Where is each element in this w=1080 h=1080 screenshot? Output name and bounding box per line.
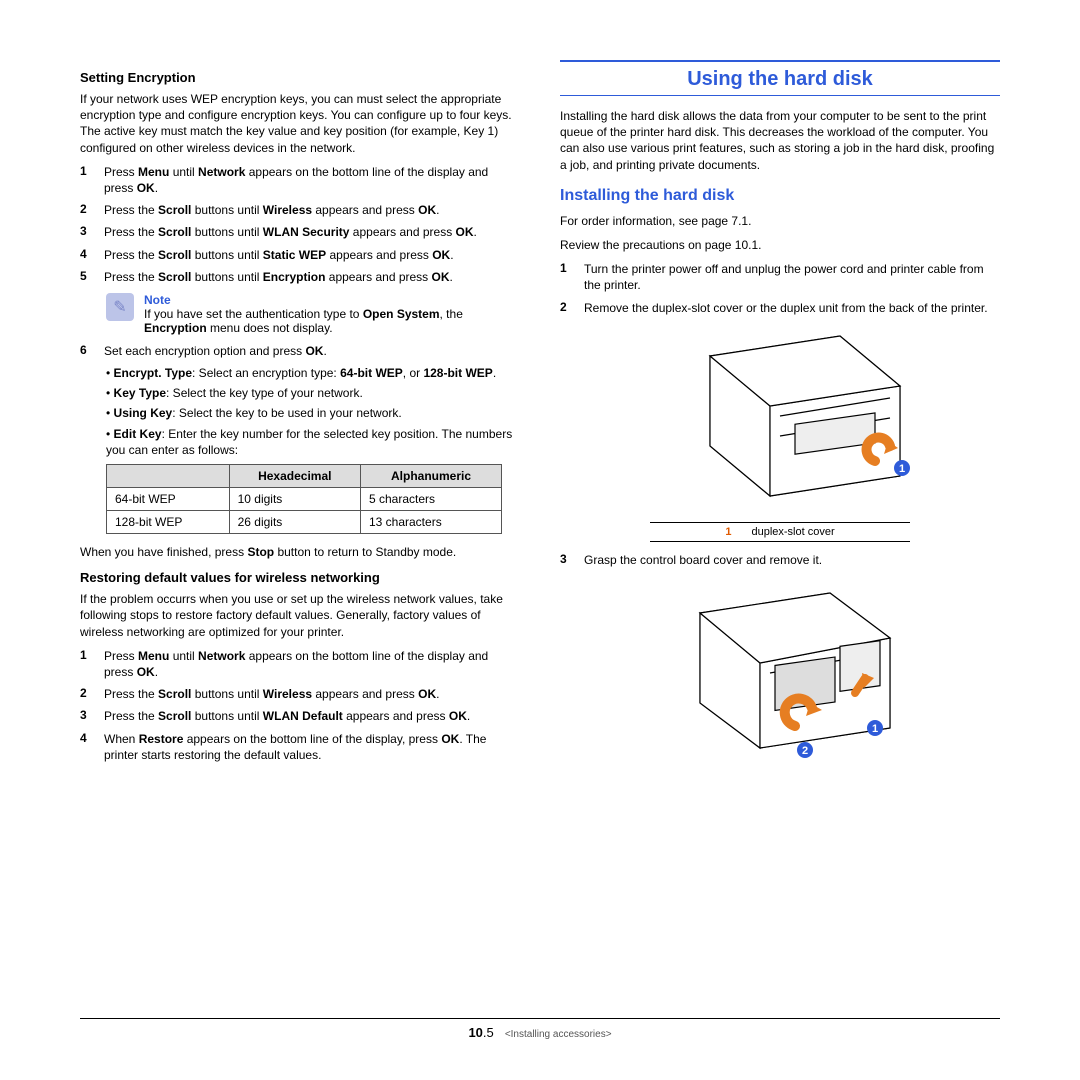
th-hex: Hexadecimal (229, 465, 360, 488)
left-column: Setting Encryption If your network uses … (80, 60, 520, 1018)
precautions: Review the precautions on page 10.1. (560, 237, 1000, 253)
figure-label: 1 duplex-slot cover (650, 522, 910, 542)
heading-setting-encryption: Setting Encryption (80, 70, 520, 85)
chapter-num: 10 (468, 1025, 482, 1040)
step-num: 2 (80, 686, 94, 702)
step-num: 1 (80, 164, 94, 196)
step-num: 3 (80, 708, 94, 724)
step-text: Remove the duplex-slot cover or the dupl… (584, 300, 1000, 316)
steps-install-cont: 3 Grasp the control board cover and remov… (560, 552, 1000, 568)
step-text: Press the Scroll buttons until Static WE… (104, 247, 520, 263)
note-icon (106, 293, 134, 321)
right-column: Using the hard disk Installing the hard … (560, 60, 1000, 1018)
svg-text:2: 2 (802, 745, 808, 757)
printer-illustration-2: 1 2 (650, 578, 910, 768)
printer-illustration-1: 1 (640, 326, 920, 516)
subsection-installing: Installing the hard disk (560, 187, 1000, 205)
section-rule-bot (560, 95, 1000, 96)
step-num: 4 (80, 247, 94, 263)
step-num: 5 (80, 269, 94, 285)
order-info: For order information, see page 7.1. (560, 213, 1000, 229)
figure-control-board: 1 2 (560, 578, 1000, 768)
step-text: Press Menu until Network appears on the … (104, 648, 520, 680)
step-num: 2 (560, 300, 574, 316)
label-text: duplex-slot cover (751, 526, 834, 538)
columns: Setting Encryption If your network uses … (80, 60, 1000, 1018)
svg-text:1: 1 (899, 463, 905, 475)
intro-encryption: If your network uses WEP encryption keys… (80, 91, 520, 156)
note-content: Note If you have set the authentication … (144, 293, 520, 335)
figure-duplex-cover: 1 1 duplex-slot cover (560, 326, 1000, 542)
step-num: 3 (560, 552, 574, 568)
step-text: Grasp the control board cover and remove… (584, 552, 1000, 568)
step-num: 1 (80, 648, 94, 680)
step-num: 6 (80, 343, 94, 359)
intro-restoring: If the problem occurrs when you use or s… (80, 591, 520, 640)
step-text: When Restore appears on the bottom line … (104, 731, 520, 763)
step-num: 3 (80, 224, 94, 240)
steps-encryption: 1 Press Menu until Network appears on the… (80, 164, 520, 285)
bullet-key-type: • Key Type: Select the key type of your … (106, 385, 520, 401)
step-text: Press the Scroll buttons until WLAN Defa… (104, 708, 520, 724)
step-text: Press the Scroll buttons until Encryptio… (104, 269, 520, 285)
step-text: Press the Scroll buttons until Wireless … (104, 686, 520, 702)
step-num: 2 (80, 202, 94, 218)
table-row: 64-bit WEP10 digits5 characters (107, 488, 502, 511)
step-text: Press the Scroll buttons until WLAN Secu… (104, 224, 520, 240)
step-text: Turn the printer power off and unplug th… (584, 261, 1000, 293)
th-empty (107, 465, 230, 488)
step-num: 4 (80, 731, 94, 763)
step-num: 1 (560, 261, 574, 293)
note-text: If you have set the authentication type … (144, 307, 520, 335)
breadcrumb: <Installing accessories> (505, 1029, 612, 1040)
note-box: Note If you have set the authentication … (106, 293, 520, 335)
step-text: Set each encryption option and press OK. (104, 343, 520, 359)
th-alpha: Alphanumeric (360, 465, 501, 488)
table-row: 128-bit WEP26 digits13 characters (107, 511, 502, 534)
step-text: Press the Scroll buttons until Wireless … (104, 202, 520, 218)
note-label: Note (144, 293, 520, 307)
bullet-using-key: • Using Key: Select the key to be used i… (106, 405, 520, 421)
bullet-edit-key: • Edit Key: Enter the key number for the… (106, 426, 520, 458)
heading-restoring: Restoring default values for wireless ne… (80, 570, 520, 585)
steps-restoring: 1 Press Menu until Network appears on the… (80, 648, 520, 763)
label-num: 1 (725, 526, 731, 538)
wep-table: HexadecimalAlphanumeric 64-bit WEP10 dig… (106, 464, 502, 534)
steps-install: 1 Turn the printer power off and unplug t… (560, 261, 1000, 316)
section-title: Using the hard disk (560, 68, 1000, 91)
step-text: Press Menu until Network appears on the … (104, 164, 520, 196)
option-bullets: • Encrypt. Type: Select an encryption ty… (80, 365, 520, 458)
steps-encryption-cont: 6 Set each encryption option and press OK… (80, 343, 520, 359)
svg-text:1: 1 (872, 723, 878, 735)
intro-hard-disk: Installing the hard disk allows the data… (560, 108, 1000, 173)
bullet-encrypt-type: • Encrypt. Type: Select an encryption ty… (106, 365, 520, 381)
after-table: When you have finished, press Stop butto… (80, 544, 520, 560)
page: Setting Encryption If your network uses … (0, 0, 1080, 1080)
page-num: .5 (483, 1025, 494, 1040)
section-rule-top (560, 60, 1000, 62)
page-footer: 10.5 <Installing accessories> (80, 1018, 1000, 1040)
